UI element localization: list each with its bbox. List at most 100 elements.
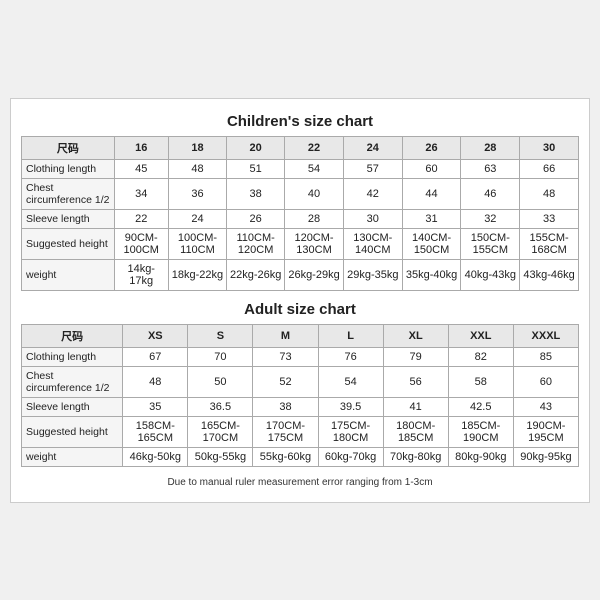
row-label: weight bbox=[22, 259, 115, 290]
cell-value: 30 bbox=[343, 209, 402, 228]
cell-value: 120CM-130CM bbox=[285, 228, 344, 259]
table-row: Suggested height158CM-165CM165CM-170CM17… bbox=[22, 416, 579, 447]
cell-value: 35kg-40kg bbox=[402, 259, 461, 290]
cell-value: 60 bbox=[513, 366, 578, 397]
cell-value: 28 bbox=[285, 209, 344, 228]
cell-value: 33 bbox=[520, 209, 579, 228]
cell-value: 46 bbox=[461, 178, 520, 209]
cell-value: 63 bbox=[461, 159, 520, 178]
col-header-size: 28 bbox=[461, 136, 520, 159]
cell-value: 50 bbox=[188, 366, 253, 397]
measurement-note: Due to manual ruler measurement error ra… bbox=[21, 477, 579, 488]
cell-value: 110CM-120CM bbox=[227, 228, 285, 259]
cell-value: 80kg-90kg bbox=[448, 447, 513, 466]
cell-value: 40 bbox=[285, 178, 344, 209]
col-header-size: 20 bbox=[227, 136, 285, 159]
table-row: weight46kg-50kg50kg-55kg55kg-60kg60kg-70… bbox=[22, 447, 579, 466]
cell-value: 48 bbox=[123, 366, 188, 397]
cell-value: 43kg-46kg bbox=[520, 259, 579, 290]
cell-value: 170CM-175CM bbox=[253, 416, 318, 447]
row-label: Sleeve length bbox=[22, 209, 115, 228]
col-header-label: 尺码 bbox=[22, 136, 115, 159]
cell-value: 32 bbox=[461, 209, 520, 228]
cell-value: 150CM-155CM bbox=[461, 228, 520, 259]
cell-value: 31 bbox=[402, 209, 461, 228]
col-header-size: 18 bbox=[168, 136, 226, 159]
row-label: Chest circumference 1/2 bbox=[22, 178, 115, 209]
cell-value: 26 bbox=[227, 209, 285, 228]
adult-chart-title: Adult size chart bbox=[21, 301, 579, 318]
cell-value: 165CM-170CM bbox=[188, 416, 253, 447]
cell-value: 79 bbox=[383, 347, 448, 366]
row-label: Sleeve length bbox=[22, 397, 123, 416]
col-header-size: XS bbox=[123, 324, 188, 347]
row-label: Chest circumference 1/2 bbox=[22, 366, 123, 397]
cell-value: 175CM-180CM bbox=[318, 416, 383, 447]
cell-value: 40kg-43kg bbox=[461, 259, 520, 290]
col-header-size: M bbox=[253, 324, 318, 347]
col-header-size: 16 bbox=[114, 136, 168, 159]
table-row: Suggested height90CM-100CM100CM-110CM110… bbox=[22, 228, 579, 259]
col-header-size: XXXL bbox=[513, 324, 578, 347]
cell-value: 29kg-35kg bbox=[343, 259, 402, 290]
cell-value: 180CM-185CM bbox=[383, 416, 448, 447]
table-row: Chest circumference 1/248505254565860 bbox=[22, 366, 579, 397]
cell-value: 54 bbox=[285, 159, 344, 178]
cell-value: 46kg-50kg bbox=[123, 447, 188, 466]
cell-value: 70kg-80kg bbox=[383, 447, 448, 466]
cell-value: 39.5 bbox=[318, 397, 383, 416]
cell-value: 44 bbox=[402, 178, 461, 209]
row-label: Clothing length bbox=[22, 347, 123, 366]
children-chart-title: Children's size chart bbox=[21, 113, 579, 130]
cell-value: 60 bbox=[402, 159, 461, 178]
cell-value: 76 bbox=[318, 347, 383, 366]
cell-value: 55kg-60kg bbox=[253, 447, 318, 466]
cell-value: 41 bbox=[383, 397, 448, 416]
cell-value: 58 bbox=[448, 366, 513, 397]
cell-value: 140CM-150CM bbox=[402, 228, 461, 259]
table-row: Sleeve length3536.53839.54142.543 bbox=[22, 397, 579, 416]
table-row: Chest circumference 1/23436384042444648 bbox=[22, 178, 579, 209]
cell-value: 38 bbox=[253, 397, 318, 416]
cell-value: 36.5 bbox=[188, 397, 253, 416]
cell-value: 158CM-165CM bbox=[123, 416, 188, 447]
table-row: weight14kg-17kg18kg-22kg22kg-26kg26kg-29… bbox=[22, 259, 579, 290]
cell-value: 60kg-70kg bbox=[318, 447, 383, 466]
table-row: Sleeve length2224262830313233 bbox=[22, 209, 579, 228]
cell-value: 51 bbox=[227, 159, 285, 178]
cell-value: 42.5 bbox=[448, 397, 513, 416]
cell-value: 66 bbox=[520, 159, 579, 178]
cell-value: 100CM-110CM bbox=[168, 228, 226, 259]
table-row: Clothing length4548515457606366 bbox=[22, 159, 579, 178]
row-label: Suggested height bbox=[22, 416, 123, 447]
cell-value: 130CM-140CM bbox=[343, 228, 402, 259]
cell-value: 90kg-95kg bbox=[513, 447, 578, 466]
col-header-size: XXL bbox=[448, 324, 513, 347]
cell-value: 24 bbox=[168, 209, 226, 228]
row-label: Suggested height bbox=[22, 228, 115, 259]
cell-value: 22kg-26kg bbox=[227, 259, 285, 290]
cell-value: 90CM-100CM bbox=[114, 228, 168, 259]
row-label: Clothing length bbox=[22, 159, 115, 178]
cell-value: 155CM-168CM bbox=[520, 228, 579, 259]
cell-value: 85 bbox=[513, 347, 578, 366]
cell-value: 70 bbox=[188, 347, 253, 366]
cell-value: 185CM-190CM bbox=[448, 416, 513, 447]
cell-value: 38 bbox=[227, 178, 285, 209]
cell-value: 42 bbox=[343, 178, 402, 209]
cell-value: 50kg-55kg bbox=[188, 447, 253, 466]
cell-value: 14kg-17kg bbox=[114, 259, 168, 290]
cell-value: 56 bbox=[383, 366, 448, 397]
cell-value: 57 bbox=[343, 159, 402, 178]
col-header-size: 26 bbox=[402, 136, 461, 159]
cell-value: 43 bbox=[513, 397, 578, 416]
cell-value: 36 bbox=[168, 178, 226, 209]
cell-value: 54 bbox=[318, 366, 383, 397]
cell-value: 48 bbox=[168, 159, 226, 178]
cell-value: 48 bbox=[520, 178, 579, 209]
col-header-size: S bbox=[188, 324, 253, 347]
col-header-size: XL bbox=[383, 324, 448, 347]
col-header-size: 24 bbox=[343, 136, 402, 159]
col-header-size: 30 bbox=[520, 136, 579, 159]
col-header-size: 22 bbox=[285, 136, 344, 159]
